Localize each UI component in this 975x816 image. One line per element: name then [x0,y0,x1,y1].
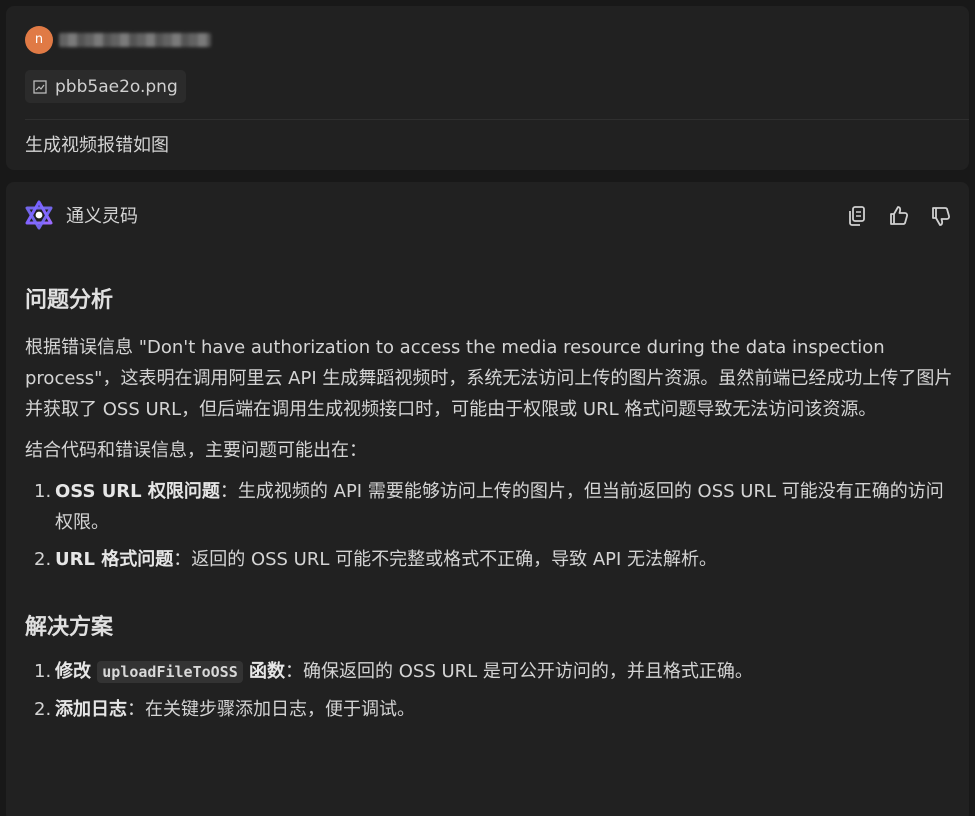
heading-solution: 解决方案 [25,615,114,640]
inline-code: uploadFileToOSS [97,661,243,683]
solution-text: ：确保返回的 OSS URL 是可公开访问的，并且格式正确。 [285,661,753,682]
solution-title: 添加日志 [55,699,127,720]
heading-analysis: 问题分析 [25,288,114,313]
solution-title-pre: 修改 [55,661,98,682]
attachment-filename: pbb5ae2o.png [55,76,178,97]
list-item: 2. 添加日志：在关键步骤添加日志，便于调试。 [25,694,953,725]
list-item: 1. OSS URL 权限问题：生成视频的 API 需要能够访问上传的图片，但当… [25,476,953,538]
list-number: 1. [34,661,52,682]
list-number: 1. [34,481,52,502]
solution-list: 1. 修改 uploadFileToOSS 函数：确保返回的 OSS URL 是… [25,656,953,725]
assistant-name: 通义灵码 [66,206,138,227]
copy-icon[interactable] [845,204,869,228]
chat-page: n pbb5ae2o.png 生成视频报错如图 通义灵码 问题分析 根据错误信息… [0,0,975,816]
list-number: 2. [34,699,52,720]
attachment-chip[interactable]: pbb5ae2o.png [25,70,186,103]
issue-list: 1. OSS URL 权限问题：生成视频的 API 需要能够访问上传的图片，但当… [25,476,953,575]
tongyi-lingma-logo [25,200,53,230]
user-info: n [25,26,211,54]
image-file-icon [33,79,47,94]
solution-text: ：在关键步骤添加日志，便于调试。 [127,699,415,720]
issue-title: URL 格式问题 [55,549,174,570]
analysis-summary: 结合代码和错误信息，主要问题可能出在： [25,440,367,461]
user-message-card: n pbb5ae2o.png 生成视频报错如图 [6,6,969,170]
thumbs-up-icon[interactable] [887,204,911,228]
solution-title-post: 函数 [242,661,286,682]
solution-title: 修改 uploadFileToOSS 函数 [55,661,286,683]
issue-title: OSS URL 权限问题 [55,481,220,502]
user-message-text: 生成视频报错如图 [25,135,169,156]
divider [25,119,969,120]
assistant-content: 问题分析 根据错误信息 "Don't have authorization to… [25,282,953,725]
blurred-username [59,33,211,47]
thumbs-down-icon[interactable] [929,204,953,228]
avatar: n [25,26,53,54]
list-item: 2. URL 格式问题：返回的 OSS URL 可能不完整或格式不正确，导致 A… [25,544,953,575]
issue-text: ：返回的 OSS URL 可能不完整或格式不正确，导致 API 无法解析。 [173,549,718,570]
list-item: 1. 修改 uploadFileToOSS 函数：确保返回的 OSS URL 是… [25,656,953,688]
list-number: 2. [34,549,52,570]
assistant-header: 通义灵码 [24,200,138,230]
assistant-message-card: 通义灵码 问题分析 根据错误信息 "Don't have authorizati… [6,182,969,816]
message-actions [845,204,953,228]
analysis-paragraph: 根据错误信息 "Don't have authorization to acce… [25,337,953,420]
